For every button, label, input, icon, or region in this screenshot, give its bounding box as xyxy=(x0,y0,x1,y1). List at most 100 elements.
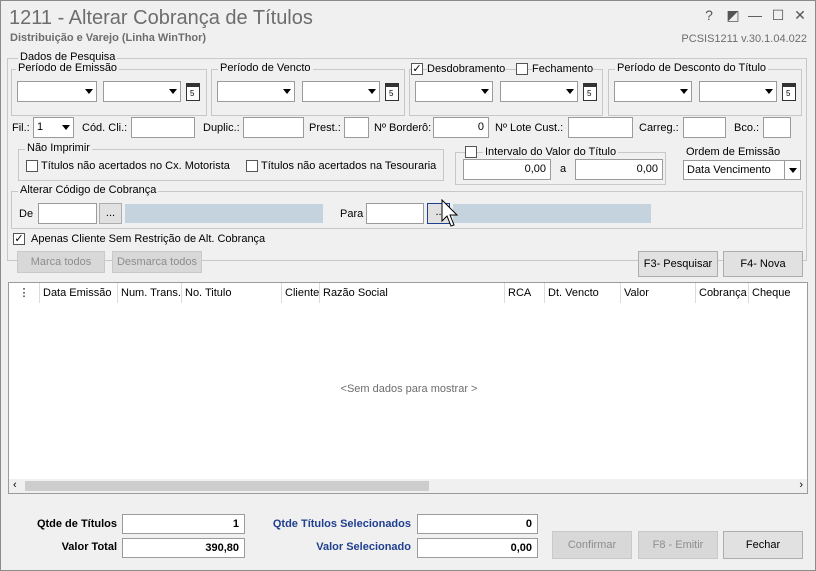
desmarca-todos-button[interactable]: Desmarca todos xyxy=(112,251,202,273)
column-header[interactable]: No. Titulo xyxy=(182,283,282,303)
help-icon[interactable]: ? xyxy=(701,7,717,23)
cod-cli-input[interactable] xyxy=(131,117,195,138)
de-description-field xyxy=(125,204,323,223)
periodo-emissao-label: Período de Emissão xyxy=(16,62,120,74)
edit-window-icon[interactable]: ◩ xyxy=(725,7,741,24)
fechamento-checkbox[interactable] xyxy=(516,63,528,75)
desconto-end-date[interactable] xyxy=(699,81,777,102)
column-header[interactable]: Cliente xyxy=(282,283,320,303)
desdobramento-end-date[interactable] xyxy=(500,81,578,102)
lote-cust-label: Nº Lote Cust.: xyxy=(495,122,564,134)
fechar-button[interactable]: Fechar xyxy=(723,531,803,559)
nao-acertados-motorista-checkbox[interactable] xyxy=(26,160,38,172)
grid-empty-message: <Sem dados para mostrar > xyxy=(340,383,478,395)
alterar-label: Alterar Código de Cobrança xyxy=(18,184,159,196)
de-code-input[interactable] xyxy=(38,203,97,224)
valor-total-value: 390,80 xyxy=(122,538,245,558)
fil-select[interactable]: 1 xyxy=(33,117,74,138)
column-header[interactable]: RCA xyxy=(505,283,545,303)
de-label: De xyxy=(19,208,34,220)
fil-label: Fil.: xyxy=(12,122,30,134)
confirmar-button[interactable]: Confirmar xyxy=(552,531,632,559)
emissao-end-date[interactable] xyxy=(103,81,181,102)
column-header[interactable]: Num. Trans. xyxy=(118,283,182,303)
calendar-icon[interactable]: 5 xyxy=(385,83,399,101)
carreg-input[interactable] xyxy=(683,117,726,138)
column-header[interactable]: Cobrança xyxy=(696,283,749,303)
intervalo-to-input[interactable]: 0,00 xyxy=(575,159,663,180)
intervalo-label: Intervalo do Valor do Título xyxy=(483,146,619,158)
vencto-start-date[interactable] xyxy=(217,81,295,102)
minimize-icon[interactable]: — xyxy=(747,7,763,23)
fechamento-label: Fechamento xyxy=(532,63,594,75)
qtde-selecionados-label: Qtde Títulos Selecionados xyxy=(272,518,411,530)
intervalo-sep: a xyxy=(560,163,567,175)
close-icon[interactable]: ✕ xyxy=(792,7,808,24)
prest-label: Prest.: xyxy=(309,122,341,134)
fil-value: 1 xyxy=(37,121,44,133)
emitir-button[interactable]: F8 - Emitir xyxy=(638,531,718,559)
periodo-vencto-label: Período de Vencto xyxy=(218,62,313,74)
desdobramento-label: Desdobramento xyxy=(427,63,506,75)
desdobramento-start-date[interactable] xyxy=(415,81,493,102)
window-subtitle: Distribuição e Varejo (Linha WinThor) xyxy=(10,32,207,44)
carreg-label: Carreg.: xyxy=(639,122,679,134)
version-label: PCSIS1211 v.30.1.04.022 xyxy=(681,33,807,45)
qtde-titulos-value: 1 xyxy=(122,514,245,534)
desconto-start-date[interactable] xyxy=(614,81,692,102)
apenas-cliente-checkbox[interactable]: ✓ xyxy=(13,233,25,245)
apenas-cliente-label: Apenas Cliente Sem Restrição de Alt. Cob… xyxy=(31,233,266,245)
cod-cli-label: Cód. Cli.: xyxy=(82,122,128,134)
nao-acertados-tesouraria-label: Títulos não acertados na Tesouraria xyxy=(261,160,437,172)
maximize-icon[interactable]: ☐ xyxy=(770,7,786,24)
column-header[interactable]: Dt. Vencto xyxy=(545,283,621,303)
qtde-selecionados-value: 0 xyxy=(417,514,538,534)
horizontal-scrollbar[interactable]: ‹ › xyxy=(9,479,807,493)
mouse-cursor-icon xyxy=(441,199,459,227)
valor-selecionado-label: Valor Selecionado xyxy=(316,541,411,553)
window-title: 1211 - Alterar Cobrança de Títulos xyxy=(9,7,313,29)
scroll-left-icon[interactable]: ‹ xyxy=(13,479,17,491)
ordem-value: Data Vencimento xyxy=(687,164,771,176)
para-code-input[interactable] xyxy=(366,203,424,224)
scrollbar-thumb[interactable] xyxy=(25,481,429,491)
column-header[interactable]: Data Emissão xyxy=(40,283,118,303)
column-header[interactable]: Valor xyxy=(621,283,696,303)
nao-acertados-motorista-label: Títulos não acertados no Cx. Motorista xyxy=(41,160,230,172)
nova-button[interactable]: F4- Nova xyxy=(723,251,803,277)
para-label: Para xyxy=(340,208,364,220)
ordem-select[interactable]: Data Vencimento xyxy=(683,160,801,180)
para-description-field xyxy=(453,204,651,223)
qtde-titulos-label: Qtde de Títulos xyxy=(36,518,117,530)
calendar-icon[interactable]: 5 xyxy=(782,83,796,101)
duplic-input[interactable] xyxy=(243,117,304,138)
lote-cust-input[interactable] xyxy=(568,117,633,138)
marca-todos-button[interactable]: Marca todos xyxy=(17,251,105,273)
grid-menu-icon[interactable]: ⋮ xyxy=(9,283,40,303)
intervalo-checkbox[interactable] xyxy=(465,146,477,158)
emissao-start-date[interactable] xyxy=(17,81,97,102)
column-header[interactable]: Cheque xyxy=(749,283,807,303)
bordero-input[interactable]: 0 xyxy=(433,117,489,138)
desdobramento-checkbox[interactable]: ✓ xyxy=(411,63,423,75)
bco-input[interactable] xyxy=(763,117,791,138)
results-grid[interactable]: ⋮ Data Emissão Num. Trans. No. Titulo Cl… xyxy=(8,282,808,494)
periodo-desconto-label: Período de Desconto do Título xyxy=(615,62,769,74)
pesquisar-button[interactable]: F3- Pesquisar xyxy=(638,251,718,277)
duplic-label: Duplic.: xyxy=(203,122,240,134)
vencto-end-date[interactable] xyxy=(302,81,380,102)
bco-label: Bco.: xyxy=(734,122,760,134)
nao-acertados-tesouraria-checkbox[interactable] xyxy=(246,160,258,172)
calendar-icon[interactable]: 5 xyxy=(583,83,597,101)
column-header[interactable]: Razão Social xyxy=(320,283,505,303)
valor-selecionado-value: 0,00 xyxy=(417,538,538,558)
scroll-right-icon[interactable]: › xyxy=(799,479,803,491)
calendar-icon[interactable]: 5 xyxy=(186,83,200,101)
prest-input[interactable] xyxy=(344,117,369,138)
title-bar: 1211 - Alterar Cobrança de Títulos Distr… xyxy=(1,1,815,47)
valor-total-label: Valor Total xyxy=(61,541,117,553)
ordem-label: Ordem de Emissão xyxy=(686,146,781,158)
bordero-label: Nº Borderô: xyxy=(374,122,432,134)
de-lookup-button[interactable]: ... xyxy=(99,203,122,224)
intervalo-from-input[interactable]: 0,00 xyxy=(463,159,551,180)
